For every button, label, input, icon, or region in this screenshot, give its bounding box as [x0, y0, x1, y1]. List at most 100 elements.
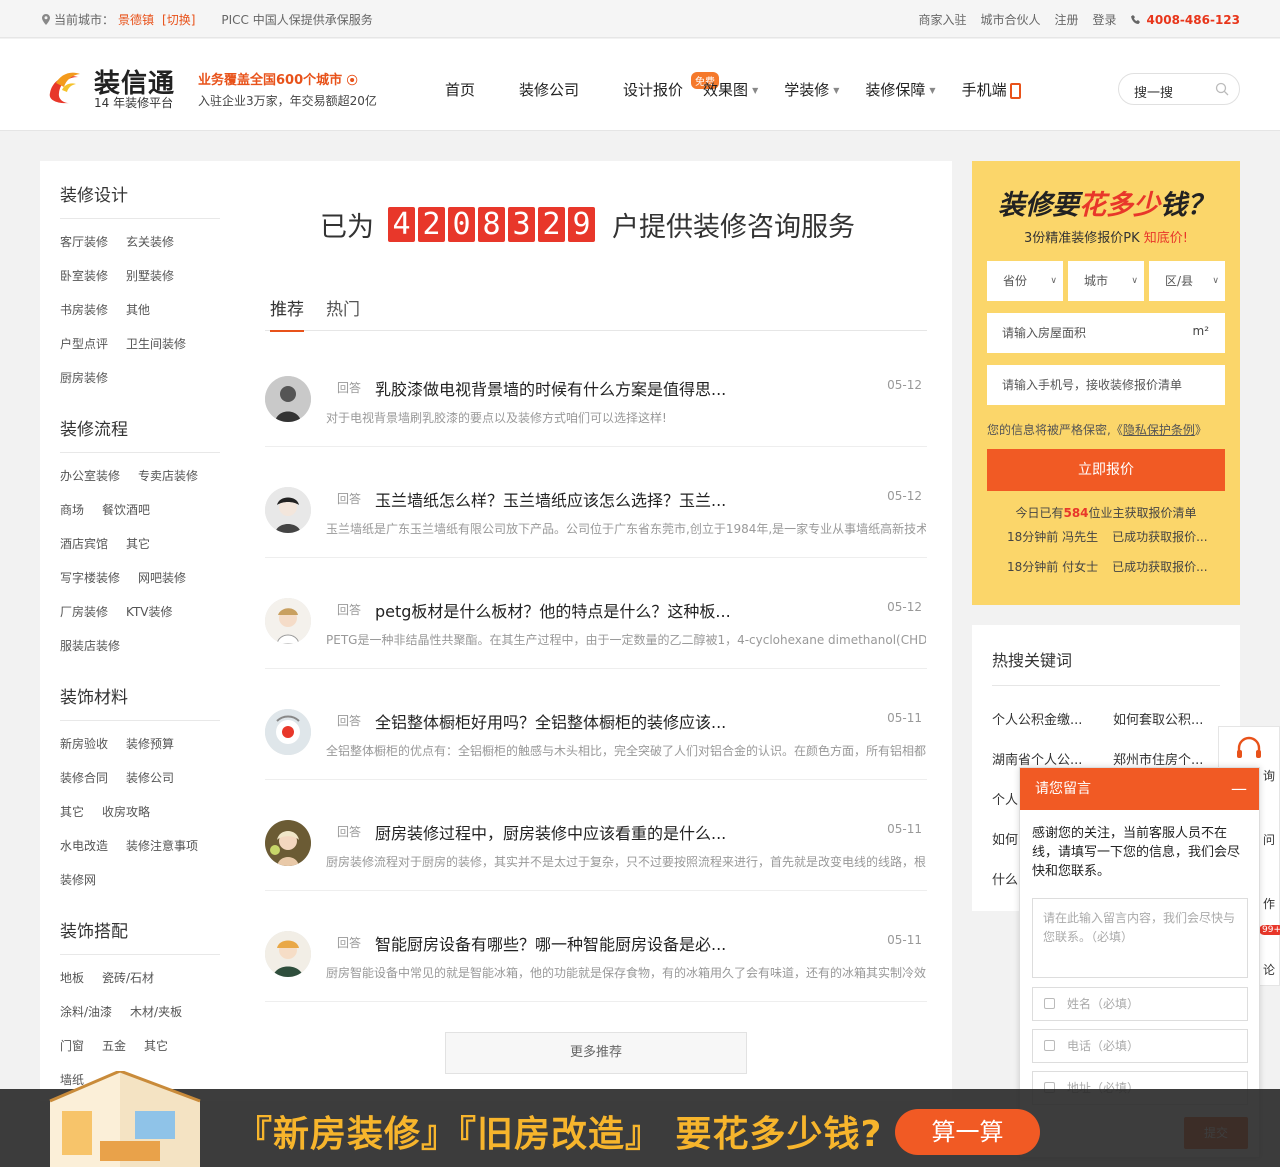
city-partner-link[interactable]: 城市合伙人	[980, 11, 1040, 28]
phone-field[interactable]: 电话（必填）	[1032, 1029, 1248, 1063]
district-select[interactable]: 区/县 ∨	[1149, 261, 1225, 301]
keyword-link[interactable]: 如何	[992, 829, 1018, 848]
keyword-link[interactable]: 郑州市住房个...	[1113, 749, 1203, 768]
avatar	[265, 820, 311, 866]
province-select[interactable]: 省份 ∨	[987, 261, 1063, 301]
sidebar-link[interactable]: 餐饮酒吧	[102, 493, 150, 527]
phone-input[interactable]: 请输入手机号，接收装修报价清单	[987, 365, 1225, 405]
search-input[interactable]: 搜一搜	[1134, 82, 1173, 101]
sidebar-link[interactable]: 新房验收	[60, 727, 108, 761]
sidebar-link[interactable]: 商场	[60, 493, 84, 527]
tab-popular[interactable]: 热门	[326, 295, 360, 320]
sidebar-link[interactable]: 其它	[60, 795, 84, 829]
sidebar-link[interactable]: KTV装修	[126, 595, 172, 629]
site-logo[interactable]: 装信通 14 年装修平台	[42, 61, 182, 111]
nav-decoration-guarantee[interactable]: 装修保障 ▼	[865, 79, 935, 100]
header-search[interactable]: 搜一搜	[1118, 73, 1240, 105]
keyword-link[interactable]: 湖南省个人公...	[992, 749, 1082, 768]
list-item[interactable]: 回答 玉兰墙纸怎么样？玉兰墙纸应该怎么选择？玉兰... 05-12 玉兰墙纸是广…	[265, 447, 927, 558]
minimize-icon[interactable]: —	[1231, 768, 1247, 810]
sidebar-link[interactable]: 装修合同	[60, 761, 108, 795]
message-textarea[interactable]: 请在此输入留言内容，我们会尽快与您联系。（必填）	[1032, 898, 1248, 978]
list-item[interactable]: 回答 乳胶漆做电视背景墙的时候有什么方案是值得思... 05-12 对于电视背景…	[265, 336, 927, 447]
sidebar-link[interactable]: 别墅装修	[126, 259, 174, 293]
sidebar-link[interactable]: 涂料/油漆	[60, 995, 112, 1029]
sidebar-link[interactable]: 服装店装修	[60, 629, 120, 663]
answer-tag: 回答	[337, 381, 362, 395]
merchant-join-link[interactable]: 商家入驻	[918, 11, 966, 28]
sidebar-link[interactable]: 装修预算	[126, 727, 174, 761]
list-item[interactable]: 回答 智能厨房设备有哪些？哪一种智能厨房设备是必... 05-11 厨房智能设备…	[265, 891, 927, 1002]
nav-decoration-companies[interactable]: 装修公司	[519, 79, 579, 100]
sidebar-link[interactable]: 装修注意事项	[126, 829, 198, 863]
sidebar-link[interactable]: 酒店宾馆	[60, 527, 108, 561]
sidebar-section-materials: 装饰材料 新房验收 装修预算 装修合同 装修公司 其它 收房攻略 水电改造 装修注意事项…	[40, 663, 240, 897]
list-item[interactable]: 回答 petg板材是什么板材？他的特点是什么？这种板... 05-12 PETG…	[265, 558, 927, 669]
sidebar-link[interactable]: 瓷砖/石材	[102, 961, 154, 995]
current-city[interactable]: 景德镇	[118, 11, 154, 28]
sidebar-link[interactable]: 厨房装修	[60, 361, 108, 395]
quote-panel: 装修要花多少钱？ 3份精准装修报价PK 知底价! 省份 ∨ 城市 ∨ 区/县 ∨ 请输…	[972, 161, 1240, 605]
list-item[interactable]: 回答 厨房装修过程中，厨房装修中应该看重的是什么... 05-11 厨房装修流程…	[265, 780, 927, 891]
load-more-button[interactable]: 更多推荐	[445, 1032, 747, 1074]
sidebar-link[interactable]: 其它	[144, 1029, 168, 1063]
search-icon[interactable]	[1215, 82, 1229, 96]
login-link[interactable]: 登录	[1093, 11, 1117, 28]
sidebar-link[interactable]: 书房装修	[60, 293, 108, 327]
sidebar-link[interactable]: 玄关装修	[126, 225, 174, 259]
notification-badge: 99+	[1259, 925, 1280, 935]
qa-title[interactable]: 乳胶漆做电视背景墙的时候有什么方案是值得思...	[375, 376, 726, 400]
sidebar-link[interactable]: 其他	[126, 293, 150, 327]
keyword-link[interactable]: 如何套取公积...	[1113, 709, 1203, 728]
sidebar-link[interactable]: 户型点评	[60, 327, 108, 361]
service-counter: 已为 4 2 0 8 3 2 9 户提供装修咨询服务	[320, 205, 855, 244]
area-input[interactable]: 请输入房屋面积 m²	[987, 313, 1225, 353]
sidebar-link[interactable]: 收房攻略	[102, 795, 150, 829]
map-pin-icon: ⦿	[346, 74, 358, 87]
nav-mobile[interactable]: 手机端	[962, 79, 1021, 100]
qa-title[interactable]: 智能厨房设备有哪些？哪一种智能厨房设备是必...	[375, 931, 726, 955]
switch-city-link[interactable]: [切换]	[162, 11, 195, 28]
keyword-link[interactable]: 什么	[992, 869, 1018, 888]
sidebar-link[interactable]: 网吧装修	[138, 561, 186, 595]
nav-design-quote[interactable]: 设计报价 免费	[623, 72, 720, 100]
sidebar-link[interactable]: 厂房装修	[60, 595, 108, 629]
qa-desc: 全铝整体橱柜的优点有：全铝橱柜的触感与木头相比，完全突破了人们对铝合金的认识。在…	[326, 744, 926, 758]
nav-home[interactable]: 首页	[445, 79, 475, 100]
sidebar-link[interactable]: 卫生间装修	[126, 327, 186, 361]
nav-renderings[interactable]: 效果图 ▼	[703, 79, 758, 100]
sidebar-link[interactable]: 卧室装修	[60, 259, 108, 293]
sidebar-link[interactable]: 五金	[102, 1029, 126, 1063]
sidebar-link[interactable]: 水电改造	[60, 829, 108, 863]
header-slogan: 业务覆盖全国600个城市 ⦿ 入驻企业3万家，年交易额超20亿	[198, 69, 377, 109]
name-field[interactable]: 姓名（必填）	[1032, 987, 1248, 1021]
counter-digits: 4 2 0 8 3 2 9	[388, 207, 598, 242]
sidebar-link[interactable]: 专卖店装修	[138, 459, 198, 493]
qa-title[interactable]: 玉兰墙纸怎么样？玉兰墙纸应该怎么选择？玉兰...	[375, 487, 726, 511]
sidebar-section-title: 装修设计	[60, 161, 220, 219]
sidebar-link[interactable]: 装修公司	[126, 761, 174, 795]
calculate-button[interactable]: 算一算	[895, 1109, 1040, 1155]
sidebar-link[interactable]: 门窗	[60, 1029, 84, 1063]
qa-title[interactable]: 全铝整体橱柜好用吗？全铝整体橱柜的装修应该...	[375, 709, 726, 733]
sidebar-link[interactable]: 办公室装修	[60, 459, 120, 493]
sidebar-link[interactable]: 木材/夹板	[130, 995, 182, 1029]
counter-prefix: 已为	[320, 212, 374, 243]
get-quote-button[interactable]: 立即报价	[987, 449, 1225, 491]
tab-recommended[interactable]: 推荐	[270, 295, 304, 332]
qa-title[interactable]: petg板材是什么板材？他的特点是什么？这种板...	[375, 598, 731, 622]
sidebar-link[interactable]: 其它	[126, 527, 150, 561]
sidebar-link[interactable]: 装修网	[60, 863, 96, 897]
privacy-policy-link[interactable]: 隐私保护条例	[1123, 423, 1195, 437]
keyword-link[interactable]: 个人	[992, 789, 1018, 808]
sidebar-link[interactable]: 地板	[60, 961, 84, 995]
qa-title[interactable]: 厨房装修过程中，厨房装修中应该看重的是什么...	[375, 820, 726, 844]
nav-learn-decoration[interactable]: 学装修 ▼	[784, 79, 839, 100]
city-select[interactable]: 城市 ∨	[1068, 261, 1144, 301]
register-link[interactable]: 注册	[1055, 11, 1079, 28]
list-item[interactable]: 回答 全铝整体橱柜好用吗？全铝整体橱柜的装修应该... 05-11 全铝整体橱柜…	[265, 669, 927, 780]
headset-icon[interactable]	[1233, 733, 1265, 765]
sidebar-link[interactable]: 写字楼装修	[60, 561, 120, 595]
keyword-link[interactable]: 个人公积金缴...	[992, 709, 1082, 728]
sidebar-link[interactable]: 客厅装修	[60, 225, 108, 259]
